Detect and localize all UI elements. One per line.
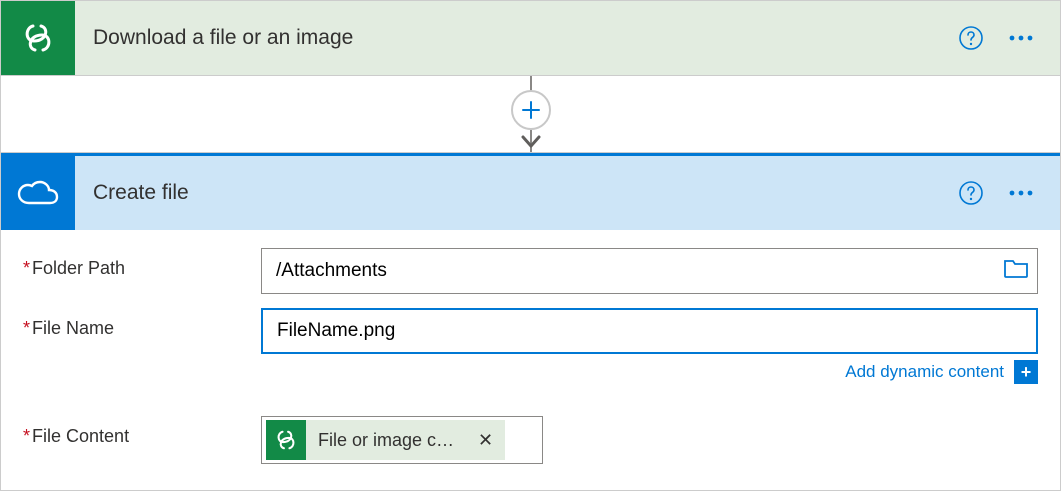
file-content-input[interactable]: File or image c… ✕ bbox=[261, 416, 543, 464]
file-name-input-wrap bbox=[261, 308, 1038, 354]
help-icon[interactable] bbox=[958, 180, 984, 206]
folder-picker-icon[interactable] bbox=[1003, 257, 1029, 285]
file-content-label: *File Content bbox=[23, 416, 261, 447]
step2-body: *Folder Path *File Name bbox=[1, 230, 1060, 490]
folder-path-input-wrap bbox=[261, 248, 1038, 294]
file-content-token-label: File or image c… bbox=[306, 430, 466, 451]
add-dynamic-content-link[interactable]: Add dynamic content bbox=[845, 362, 1004, 382]
folder-path-label-text: Folder Path bbox=[32, 258, 125, 278]
connector-arrow-icon bbox=[520, 134, 542, 154]
step-connector bbox=[0, 76, 1061, 152]
remove-token-button[interactable]: ✕ bbox=[466, 430, 505, 451]
dynamic-content-row: Add dynamic content + bbox=[261, 360, 1038, 384]
step2-header[interactable]: Create file bbox=[1, 156, 1060, 230]
file-name-label-text: File Name bbox=[32, 318, 114, 338]
dataverse-icon bbox=[1, 1, 75, 75]
more-icon[interactable] bbox=[1008, 189, 1034, 197]
field-file-content: *File Content File or image c… ✕ bbox=[23, 416, 1038, 464]
add-dynamic-content-button[interactable]: + bbox=[1014, 360, 1038, 384]
file-content-label-text: File Content bbox=[32, 426, 129, 446]
help-icon[interactable] bbox=[958, 25, 984, 51]
step1-title: Download a file or an image bbox=[93, 26, 958, 50]
field-folder-path: *Folder Path bbox=[23, 248, 1038, 294]
file-content-token: File or image c… ✕ bbox=[266, 420, 505, 460]
folder-path-label: *Folder Path bbox=[23, 248, 261, 279]
insert-step-button[interactable] bbox=[511, 90, 551, 130]
step1-header[interactable]: Download a file or an image bbox=[1, 1, 1060, 75]
folder-path-input[interactable] bbox=[276, 249, 1023, 293]
file-name-input[interactable] bbox=[277, 310, 1022, 352]
dataverse-icon bbox=[266, 420, 306, 460]
step2-title: Create file bbox=[93, 181, 958, 205]
field-file-name: *File Name Add dynamic content + bbox=[23, 308, 1038, 402]
step-create-file: Create file *Folder Path bbox=[0, 152, 1061, 491]
step-download-file: Download a file or an image bbox=[0, 0, 1061, 76]
onedrive-icon bbox=[1, 156, 75, 230]
file-name-label: *File Name bbox=[23, 308, 261, 339]
more-icon[interactable] bbox=[1008, 34, 1034, 42]
